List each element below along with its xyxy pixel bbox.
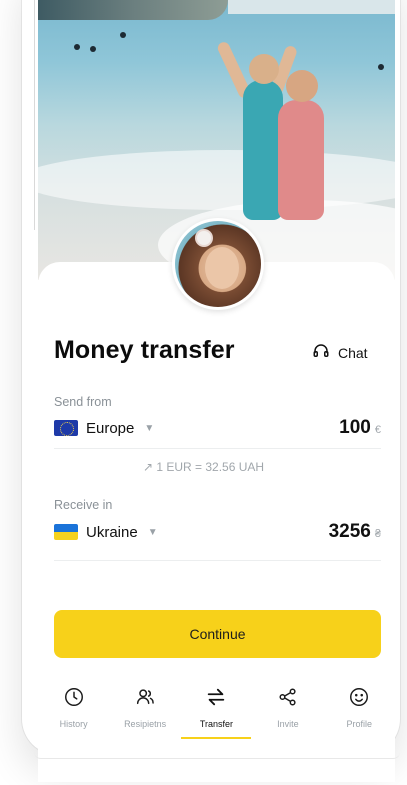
share-icon [277, 686, 299, 713]
tab-label: Resipietns [124, 719, 167, 729]
tab-label: History [59, 719, 88, 729]
eu-flag-icon [54, 420, 78, 436]
chat-button[interactable]: Chat [312, 342, 368, 363]
smile-icon [348, 686, 370, 713]
receive-row: Ukraine ▼ 3256 ₴ [54, 518, 381, 546]
avatar-flower [197, 231, 211, 245]
hero-sky [228, 0, 395, 14]
continue-button[interactable]: Continue [54, 610, 381, 658]
send-region-selector[interactable]: Europe ▼ [54, 420, 154, 437]
chevron-down-icon: ▼ [144, 422, 155, 434]
users-icon [134, 686, 156, 713]
tab-label: Profile [346, 719, 372, 729]
hero-swimmer [120, 32, 126, 38]
tab-label: Transfer [199, 719, 234, 729]
recipient-avatar[interactable] [172, 218, 264, 310]
transfer-arrows-icon [205, 686, 227, 713]
tab-transfer[interactable]: Transfer [181, 686, 252, 739]
clock-icon [63, 686, 85, 713]
send-amount: 100 [339, 417, 371, 438]
chevron-down-icon: ▼ [147, 526, 158, 538]
headset-icon [312, 342, 330, 363]
chat-label: Chat [338, 344, 368, 361]
hero-swimmer [90, 46, 96, 52]
phone-edge-left [34, 0, 35, 230]
receive-amount: 3256 [328, 521, 371, 542]
tab-recipients[interactable]: Resipietns [112, 686, 178, 729]
tab-history[interactable]: History [41, 686, 107, 729]
hero-swimmer [378, 64, 384, 70]
divider [54, 448, 381, 449]
tab-label: Invite [277, 719, 299, 729]
send-row: Europe ▼ 100 € [54, 414, 381, 442]
divider [54, 560, 381, 561]
send-from-label: Send from [54, 395, 112, 409]
receive-region: Ukraine [86, 523, 138, 541]
send-amount-field[interactable]: 100 € [339, 417, 381, 439]
hero-child [278, 70, 324, 220]
receive-in-label: Receive in [54, 498, 113, 512]
bottom-tab-bar: History Resipietns Transfer Invite Profi… [38, 676, 395, 739]
avatar-face [205, 247, 239, 289]
page-title: Money transfer [54, 336, 235, 364]
active-tab-indicator [181, 737, 252, 739]
send-region: Europe [86, 419, 135, 437]
screen: Money transfer Chat Send from Europe ▼ 1… [0, 0, 407, 785]
hero-swimmer [74, 44, 80, 50]
receive-amount-field[interactable]: 3256 ₴ [329, 521, 381, 543]
phone-bottom-edge [34, 752, 400, 759]
hero-child [243, 54, 283, 220]
trend-up-icon: ↗ [142, 460, 153, 474]
send-currency: € [374, 424, 381, 436]
exchange-rate-text: 1 EUR = 32.56 UAH [156, 460, 265, 474]
receive-region-selector[interactable]: Ukraine ▼ [54, 524, 158, 541]
tab-profile[interactable]: Profile [326, 686, 392, 729]
receive-currency: ₴ [374, 528, 381, 540]
hero-rock [38, 0, 228, 20]
ukraine-flag-icon [54, 524, 78, 540]
exchange-rate: ↗ 1 EUR = 32.56 UAH [0, 460, 407, 474]
avatar-photo [175, 221, 261, 307]
tab-invite[interactable]: Invite [255, 686, 321, 729]
